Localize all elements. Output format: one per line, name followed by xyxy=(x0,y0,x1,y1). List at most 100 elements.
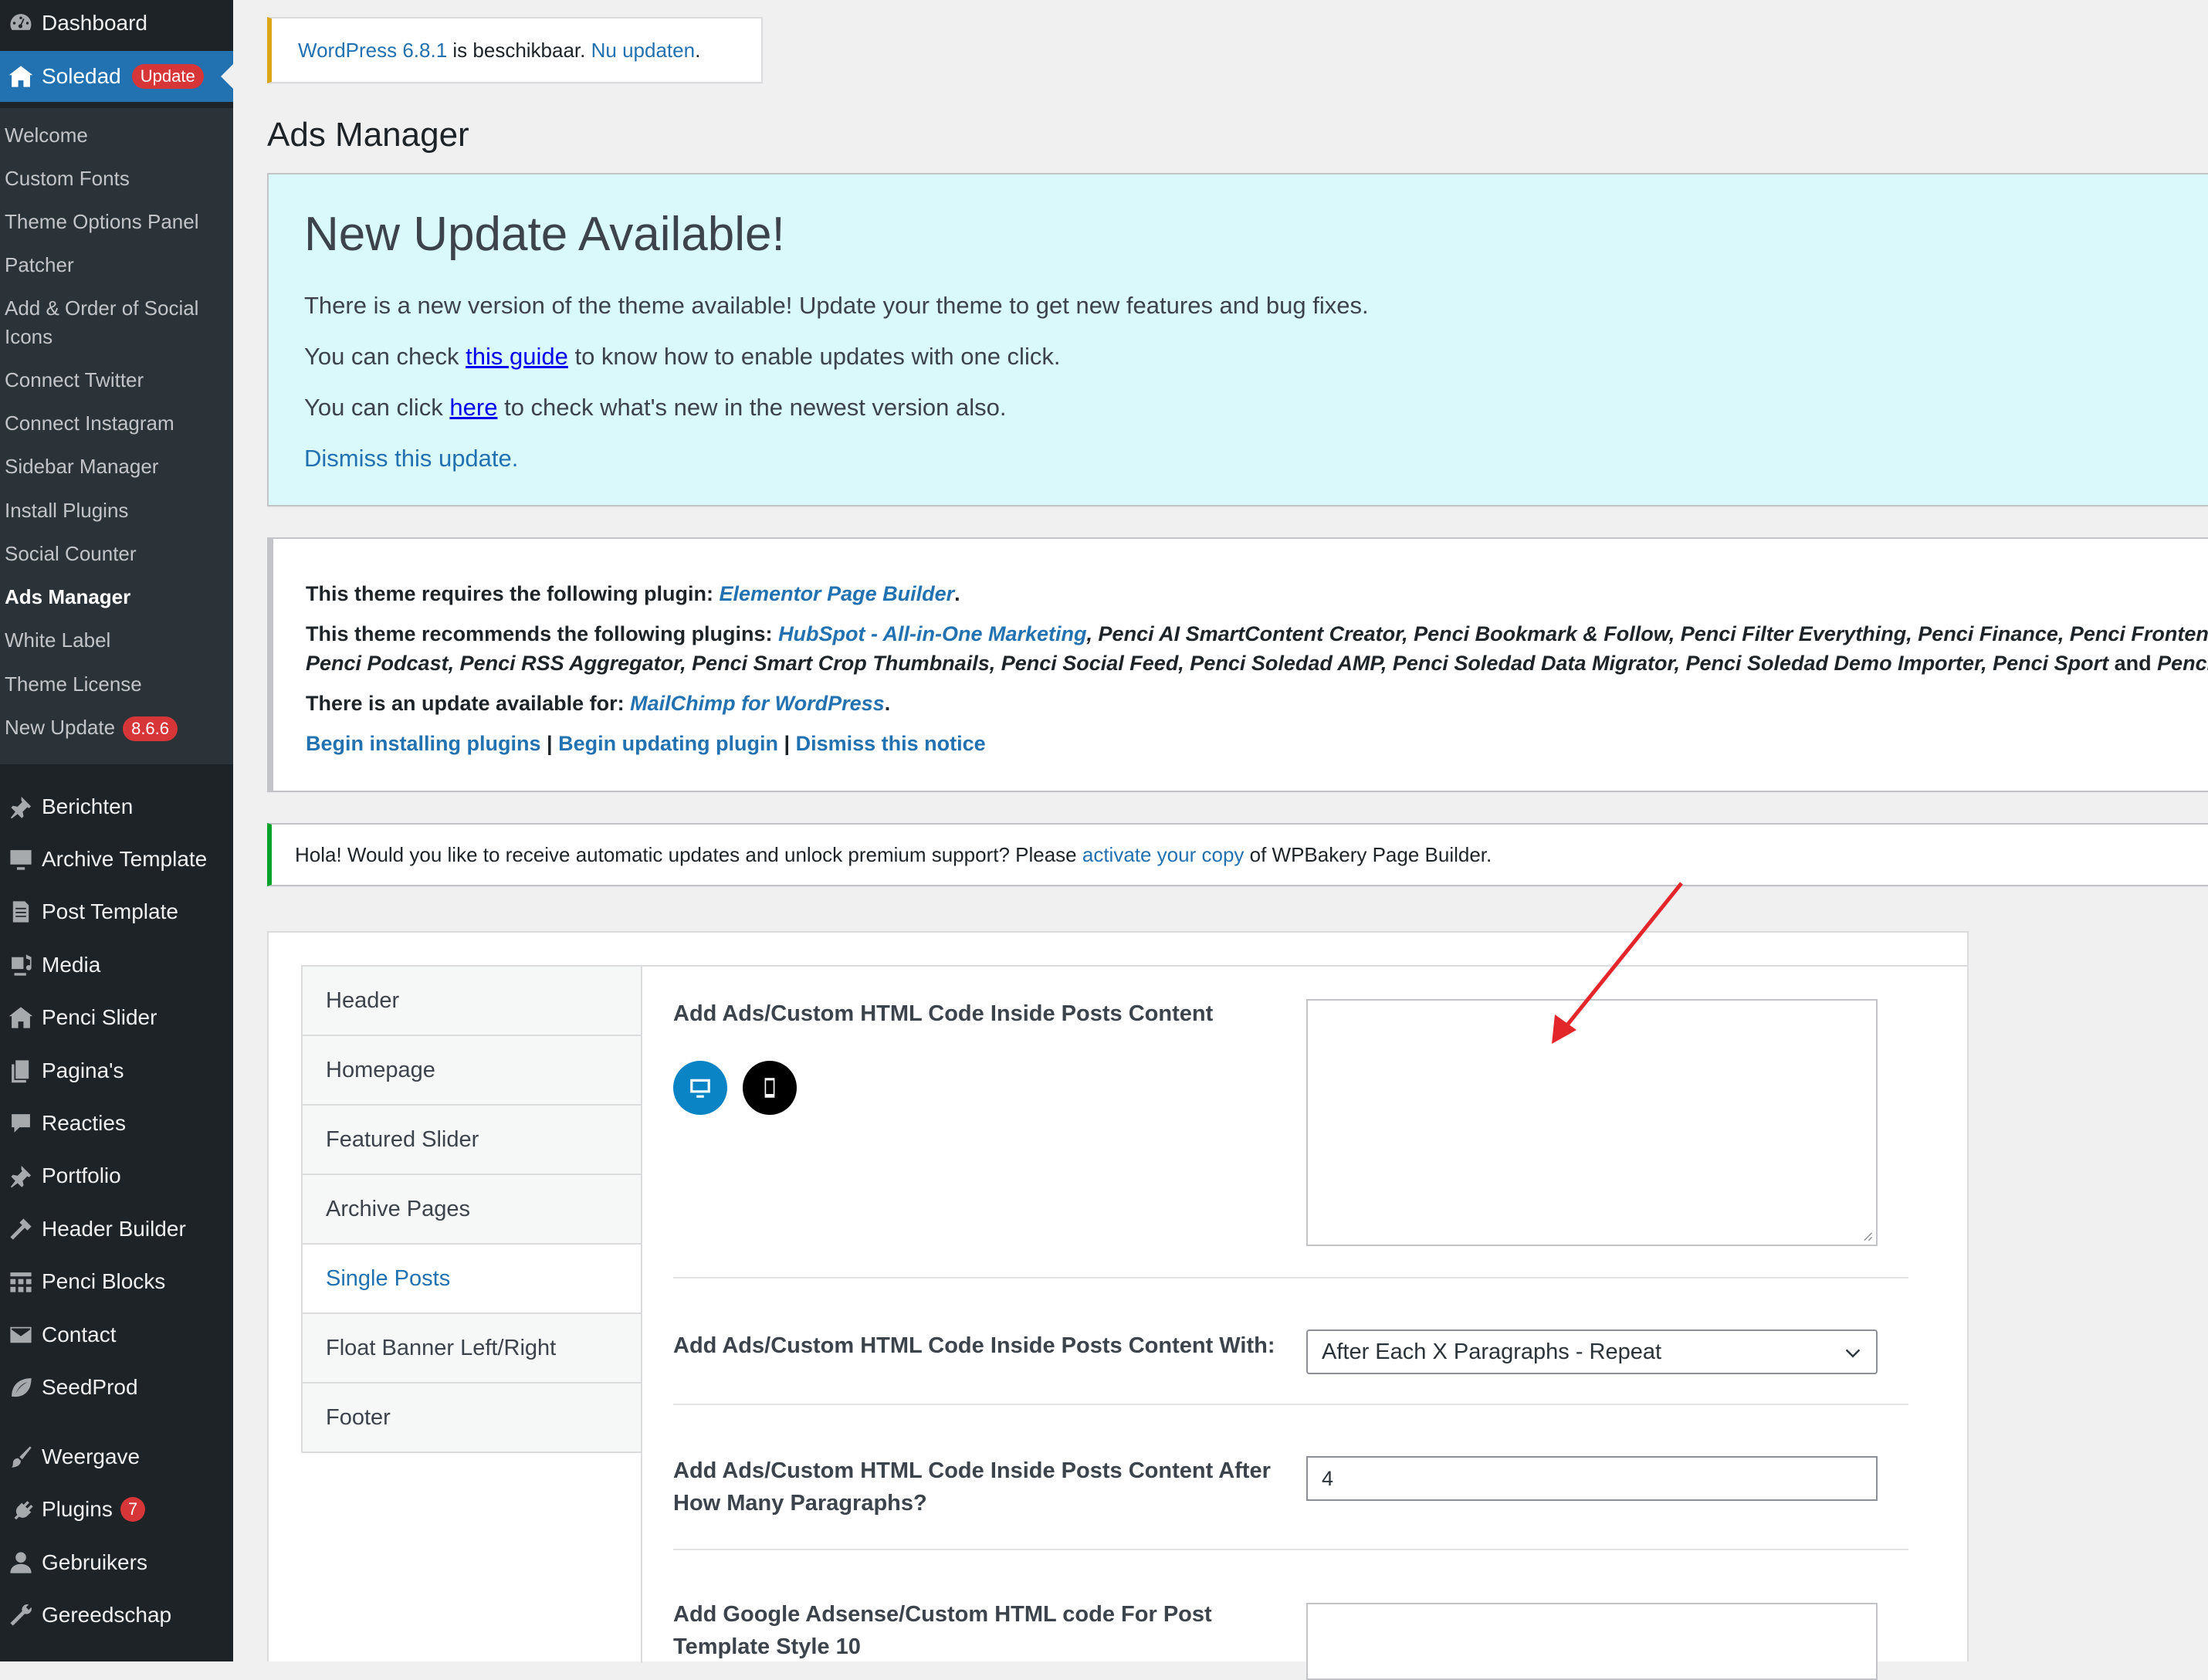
menu-label: Media xyxy=(42,953,101,977)
submenu-patcher[interactable]: Patcher xyxy=(5,251,229,279)
plugin-list: , Penci AI SmartContent Creator, Penci B… xyxy=(1086,622,2208,645)
insert-position-select[interactable]: After Each X Paragraphs - Repeat xyxy=(1306,1329,1878,1374)
desktop-toggle[interactable] xyxy=(673,1061,727,1115)
tab-featured-slider[interactable]: Featured Slider xyxy=(303,1106,641,1175)
submenu-welcome[interactable]: Welcome xyxy=(5,121,229,150)
submenu-theme-license[interactable]: Theme License xyxy=(5,670,229,699)
submenu-social-counter[interactable]: Social Counter xyxy=(5,540,229,568)
menu-seedprod[interactable]: SeedProd xyxy=(0,1362,233,1413)
menu-label: Dashboard xyxy=(42,11,147,35)
submenu-install-plugins[interactable]: Install Plugins xyxy=(5,496,229,525)
activate-copy-link[interactable]: activate your copy xyxy=(1082,843,1245,867)
line-text: You can click xyxy=(304,394,450,421)
ads-settings-panel: Header Homepage Featured Slider Archive … xyxy=(267,931,1969,1680)
submenu-white-label[interactable]: White Label xyxy=(5,626,229,655)
plugins-count-badge: 7 xyxy=(120,1497,146,1522)
menu-weergave[interactable]: Weergave xyxy=(0,1431,233,1482)
row-label: There is an update available for: xyxy=(306,692,631,715)
menu-gereedschap[interactable]: Gereedschap xyxy=(0,1590,233,1641)
menu-label: Penci Slider xyxy=(42,1005,157,1029)
comment-icon xyxy=(0,1110,42,1136)
document-icon xyxy=(0,899,42,925)
field-label-adsense-style-10: Add Google Adsense/Custom HTML code For … xyxy=(673,1602,1212,1659)
tab-float-banner[interactable]: Float Banner Left/Right xyxy=(303,1314,641,1384)
tab-homepage[interactable]: Homepage xyxy=(303,1036,641,1106)
submenu-theme-options[interactable]: Theme Options Panel xyxy=(5,208,229,236)
plugin-list: Penci Podcast, Penci RSS Aggregator, Pen… xyxy=(306,652,2109,675)
mobile-icon xyxy=(764,1078,775,1098)
menu-penci-blocks[interactable]: Penci Blocks xyxy=(0,1256,233,1307)
user-icon xyxy=(0,1550,42,1576)
menu-media[interactable]: Media xyxy=(0,940,233,991)
submenu-ads-manager[interactable]: Ads Manager xyxy=(5,583,229,611)
divider xyxy=(673,1404,1908,1405)
menu-plugins[interactable]: Plugins 7 xyxy=(0,1484,233,1535)
hammer-icon xyxy=(0,1216,42,1242)
plug-icon xyxy=(0,1496,42,1522)
menu-berichten[interactable]: Berichten xyxy=(0,781,233,832)
submenu-social-icons[interactable]: Add & Order of Social Icons xyxy=(5,294,229,351)
menu-label: SeedProd xyxy=(42,1375,138,1399)
menu-post-template[interactable]: Post Template xyxy=(0,886,233,937)
media-icon xyxy=(0,952,42,978)
this-guide-link[interactable]: this guide xyxy=(466,343,568,370)
menu-penci-slider[interactable]: Penci Slider xyxy=(0,992,233,1043)
field-label-ads-inside-content: Add Ads/Custom HTML Code Inside Posts Co… xyxy=(673,1001,1214,1026)
update-available-row: There is an update available for: MailCh… xyxy=(306,692,891,715)
menu-gebruikers[interactable]: Gebruikers xyxy=(0,1537,233,1588)
menu-label: Weergave xyxy=(42,1445,141,1468)
settings-tabs: Header Homepage Featured Slider Archive … xyxy=(301,965,642,1453)
pages-icon xyxy=(0,1058,42,1084)
menu-label: Reacties xyxy=(42,1111,126,1135)
submenu-custom-fonts[interactable]: Custom Fonts xyxy=(5,164,229,193)
conjunction: and xyxy=(2108,652,2158,675)
tab-header[interactable]: Header xyxy=(303,967,641,1036)
wordpress-update-notice: WordPress 6.8.1 is beschikbaar. Nu updat… xyxy=(267,17,763,83)
submenu-connect-instagram[interactable]: Connect Instagram xyxy=(5,409,229,438)
plugin-requirements-notice: This theme requires the following plugin… xyxy=(267,537,2208,792)
admin-sidebar: Dashboard Soledad Update Welcome Custom … xyxy=(0,0,233,1661)
menu-paginas[interactable]: Pagina's xyxy=(0,1045,233,1096)
menu-label: Header Builder xyxy=(42,1217,186,1241)
menu-header-builder[interactable]: Header Builder xyxy=(0,1204,233,1255)
update-heading: New Update Available! xyxy=(304,208,785,261)
paragraph-count-input[interactable]: 4 xyxy=(1306,1456,1878,1501)
line-text: You can check xyxy=(304,343,466,370)
mailchimp-link[interactable]: MailChimp for WordPress xyxy=(630,692,885,715)
begin-installing-link[interactable]: Begin installing plugins xyxy=(306,732,541,755)
desktop-icon xyxy=(690,1079,710,1098)
menu-portfolio[interactable]: Portfolio xyxy=(0,1150,233,1201)
menu-label: Penci Blocks xyxy=(42,1269,166,1293)
hubspot-link[interactable]: HubSpot - All-in-One Marketing xyxy=(778,622,1086,645)
annotation-arrow-icon xyxy=(1552,882,1683,1044)
adsense-style-10-textarea[interactable] xyxy=(1306,1603,1878,1680)
tab-single-posts[interactable]: Single Posts xyxy=(303,1245,642,1314)
menu-reacties[interactable]: Reacties xyxy=(0,1098,233,1149)
submenu-sidebar-manager[interactable]: Sidebar Manager xyxy=(5,452,229,481)
update-now-link[interactable]: Nu updaten xyxy=(591,39,695,63)
notice-text: is beschikbaar. xyxy=(447,38,591,62)
submenu-connect-twitter[interactable]: Connect Twitter xyxy=(5,366,229,395)
home-icon xyxy=(0,63,42,90)
menu-dashboard[interactable]: Dashboard xyxy=(0,0,233,46)
dismiss-update-link[interactable]: Dismiss this update. xyxy=(304,445,518,472)
page-title: Ads Manager xyxy=(267,116,469,154)
begin-updating-link[interactable]: Begin updating plugin xyxy=(558,732,778,755)
dismiss-notice-link[interactable]: Dismiss this notice xyxy=(796,732,986,755)
menu-label: Gebruikers xyxy=(42,1550,147,1574)
menu-contact[interactable]: Contact xyxy=(0,1309,233,1360)
mail-icon xyxy=(0,1322,42,1348)
menu-soledad[interactable]: Soledad Update xyxy=(0,51,233,102)
tab-archive-pages[interactable]: Archive Pages xyxy=(303,1175,641,1245)
input-value: 4 xyxy=(1322,1466,1334,1490)
menu-archive-template[interactable]: Archive Template xyxy=(0,834,233,885)
mobile-toggle[interactable] xyxy=(743,1061,797,1115)
submenu-new-update[interactable]: New Update 8.6.6 xyxy=(5,713,229,742)
here-link[interactable]: here xyxy=(449,394,497,421)
tab-footer[interactable]: Footer xyxy=(303,1384,641,1451)
update-line-2: You can check this guide to know how to … xyxy=(304,343,1060,371)
wordpress-version-link[interactable]: WordPress 6.8.1 xyxy=(298,39,447,63)
dismiss-update-row: Dismiss this update. xyxy=(304,445,518,472)
resize-handle-icon[interactable] xyxy=(1862,1231,1873,1241)
elementor-link[interactable]: Elementor Page Builder xyxy=(720,582,955,605)
